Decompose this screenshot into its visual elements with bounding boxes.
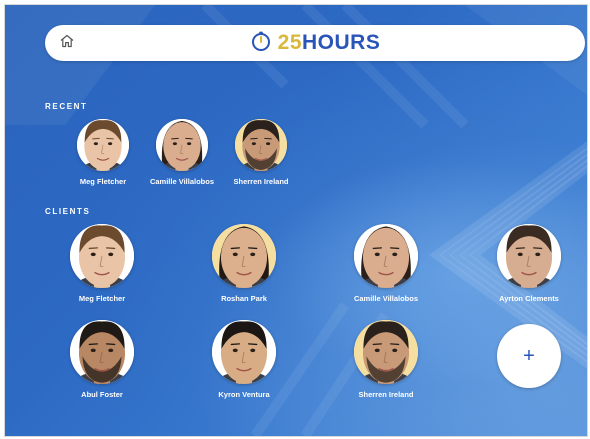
avatar xyxy=(212,224,276,288)
avatar xyxy=(70,320,134,384)
stopwatch-icon xyxy=(250,30,272,57)
avatar xyxy=(212,320,276,384)
client-name: Roshan Park xyxy=(221,294,267,303)
app-screen: 25HOURS RECENT Meg Fletcher Camille Vill… xyxy=(4,4,588,437)
brand-word: HOURS xyxy=(302,31,381,54)
brand-title: 25HOURS xyxy=(278,31,381,55)
client-card[interactable]: Roshan Park xyxy=(196,224,292,303)
recent-section-label: RECENT xyxy=(45,102,88,111)
avatar xyxy=(354,224,418,288)
client-name: Sherren Ireland xyxy=(233,177,289,186)
avatar xyxy=(235,119,287,171)
plus-icon: + xyxy=(523,344,535,367)
client-card[interactable]: Ayrton Clements xyxy=(481,224,577,303)
client-name: Abul Foster xyxy=(81,390,123,399)
avatar xyxy=(77,119,129,171)
top-bar: 25HOURS xyxy=(45,25,585,61)
brand-logo: 25HOURS xyxy=(45,25,585,61)
client-name: Meg Fletcher xyxy=(78,294,126,303)
brand-number: 25 xyxy=(277,31,302,54)
client-name: Ayrton Clements xyxy=(499,294,559,303)
avatar xyxy=(70,224,134,288)
client-card[interactable]: Camille Villalobos xyxy=(142,119,222,186)
clients-section-label: CLIENTS xyxy=(45,207,91,216)
client-card[interactable]: Meg Fletcher xyxy=(63,119,143,186)
client-name: Camille Villalobos xyxy=(353,294,419,303)
client-card[interactable]: Sherren Ireland xyxy=(221,119,301,186)
client-card[interactable]: Abul Foster xyxy=(54,320,150,399)
avatar xyxy=(354,320,418,384)
client-name: Camille Villalobos xyxy=(149,177,215,186)
avatar xyxy=(497,224,561,288)
avatar xyxy=(156,119,208,171)
client-name: Kyron Ventura xyxy=(218,390,270,399)
client-name: Meg Fletcher xyxy=(79,177,127,186)
client-card[interactable]: Kyron Ventura xyxy=(196,320,292,399)
client-card[interactable]: Meg Fletcher xyxy=(54,224,150,303)
client-card[interactable]: Sherren Ireland xyxy=(338,320,434,399)
client-card[interactable]: Camille Villalobos xyxy=(338,224,434,303)
client-name: Sherren Ireland xyxy=(358,390,414,399)
add-client-button[interactable]: + xyxy=(497,324,561,388)
